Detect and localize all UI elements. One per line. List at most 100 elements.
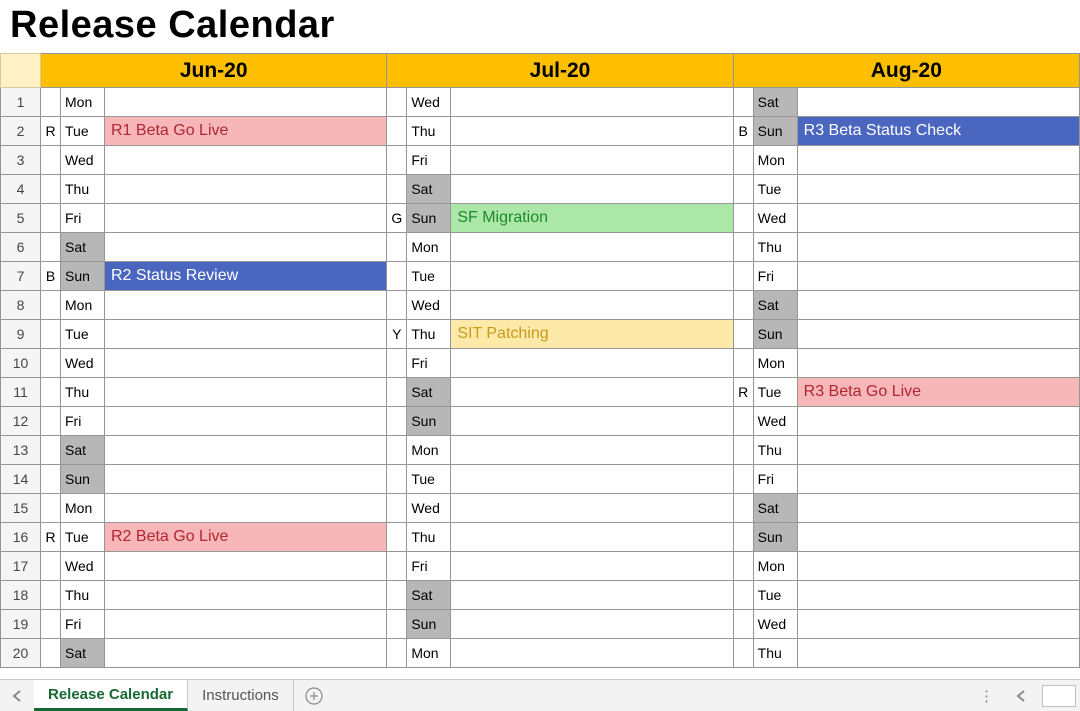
event-cell[interactable] (797, 581, 1079, 610)
row-number[interactable]: 10 (1, 349, 41, 378)
day-cell[interactable]: Mon (753, 146, 797, 175)
day-cell[interactable]: Thu (753, 233, 797, 262)
day-cell[interactable]: Fri (407, 146, 451, 175)
row-number[interactable]: 7 (1, 262, 41, 291)
day-cell[interactable]: Mon (753, 552, 797, 581)
event-cell[interactable] (451, 291, 733, 320)
marker-cell[interactable] (733, 88, 753, 117)
day-cell[interactable]: Fri (753, 465, 797, 494)
day-cell[interactable]: Mon (407, 233, 451, 262)
day-cell[interactable]: Wed (407, 88, 451, 117)
event-cell[interactable] (105, 291, 387, 320)
day-cell[interactable]: Tue (753, 175, 797, 204)
marker-cell[interactable] (41, 349, 61, 378)
marker-cell[interactable] (733, 610, 753, 639)
day-cell[interactable]: Sat (753, 291, 797, 320)
day-cell[interactable]: Mon (407, 436, 451, 465)
day-cell[interactable]: Sat (407, 175, 451, 204)
marker-cell[interactable] (733, 233, 753, 262)
event-cell[interactable] (451, 639, 733, 668)
event-cell[interactable] (105, 639, 387, 668)
marker-cell[interactable] (41, 88, 61, 117)
event-cell[interactable]: R3 Beta Status Check (797, 117, 1079, 146)
event-cell[interactable] (451, 494, 733, 523)
marker-cell[interactable] (41, 639, 61, 668)
event-cell[interactable] (105, 378, 387, 407)
event-cell[interactable] (105, 407, 387, 436)
day-cell[interactable]: Sun (61, 262, 105, 291)
row-number[interactable]: 8 (1, 291, 41, 320)
marker-cell[interactable]: R (733, 378, 753, 407)
event-cell[interactable] (105, 436, 387, 465)
day-cell[interactable]: Sat (61, 639, 105, 668)
marker-cell[interactable] (387, 407, 407, 436)
event-cell[interactable]: R1 Beta Go Live (105, 117, 387, 146)
marker-cell[interactable] (387, 291, 407, 320)
event-cell[interactable]: R3 Beta Go Live (797, 378, 1079, 407)
event-cell[interactable] (105, 465, 387, 494)
marker-cell[interactable] (387, 610, 407, 639)
event-cell[interactable] (451, 349, 733, 378)
day-cell[interactable]: Tue (407, 262, 451, 291)
day-cell[interactable]: Fri (61, 407, 105, 436)
event-cell[interactable] (451, 465, 733, 494)
marker-cell[interactable] (41, 146, 61, 175)
marker-cell[interactable] (41, 610, 61, 639)
scroll-box[interactable] (1042, 685, 1076, 707)
event-cell[interactable] (451, 262, 733, 291)
day-cell[interactable]: Fri (407, 552, 451, 581)
sheet-options-icon[interactable]: ⋮ (971, 687, 1004, 705)
marker-cell[interactable] (733, 320, 753, 349)
marker-cell[interactable] (387, 552, 407, 581)
day-cell[interactable]: Sun (407, 407, 451, 436)
marker-cell[interactable] (387, 436, 407, 465)
day-cell[interactable]: Mon (753, 349, 797, 378)
event-cell[interactable] (797, 204, 1079, 233)
event-cell[interactable] (105, 349, 387, 378)
event-cell[interactable]: R2 Beta Go Live (105, 523, 387, 552)
day-cell[interactable]: Sun (753, 117, 797, 146)
event-cell[interactable] (797, 552, 1079, 581)
event-cell[interactable] (105, 552, 387, 581)
marker-cell[interactable] (733, 552, 753, 581)
event-cell[interactable] (105, 581, 387, 610)
marker-cell[interactable] (733, 523, 753, 552)
event-cell[interactable] (451, 233, 733, 262)
day-cell[interactable]: Sat (61, 436, 105, 465)
day-cell[interactable]: Tue (61, 320, 105, 349)
event-cell[interactable] (797, 610, 1079, 639)
event-cell[interactable] (797, 88, 1079, 117)
marker-cell[interactable] (733, 407, 753, 436)
day-cell[interactable]: Tue (61, 117, 105, 146)
day-cell[interactable]: Sun (753, 320, 797, 349)
marker-cell[interactable] (387, 494, 407, 523)
day-cell[interactable]: Tue (753, 378, 797, 407)
marker-cell[interactable] (387, 639, 407, 668)
marker-cell[interactable] (387, 465, 407, 494)
event-cell[interactable] (797, 436, 1079, 465)
day-cell[interactable]: Fri (753, 262, 797, 291)
row-number[interactable]: 19 (1, 610, 41, 639)
marker-cell[interactable] (41, 436, 61, 465)
marker-cell[interactable] (41, 378, 61, 407)
day-cell[interactable]: Fri (61, 204, 105, 233)
day-cell[interactable]: Sun (407, 610, 451, 639)
day-cell[interactable]: Mon (61, 494, 105, 523)
event-cell[interactable] (797, 233, 1079, 262)
day-cell[interactable]: Thu (407, 320, 451, 349)
marker-cell[interactable] (41, 407, 61, 436)
row-number[interactable]: 4 (1, 175, 41, 204)
day-cell[interactable]: Sun (407, 204, 451, 233)
marker-cell[interactable] (41, 175, 61, 204)
row-number[interactable]: 5 (1, 204, 41, 233)
day-cell[interactable]: Sun (61, 465, 105, 494)
event-cell[interactable] (451, 552, 733, 581)
marker-cell[interactable] (387, 581, 407, 610)
marker-cell[interactable] (387, 146, 407, 175)
marker-cell[interactable] (41, 320, 61, 349)
marker-cell[interactable] (733, 639, 753, 668)
marker-cell[interactable] (387, 349, 407, 378)
marker-cell[interactable] (733, 349, 753, 378)
day-cell[interactable]: Sun (753, 523, 797, 552)
event-cell[interactable] (797, 349, 1079, 378)
